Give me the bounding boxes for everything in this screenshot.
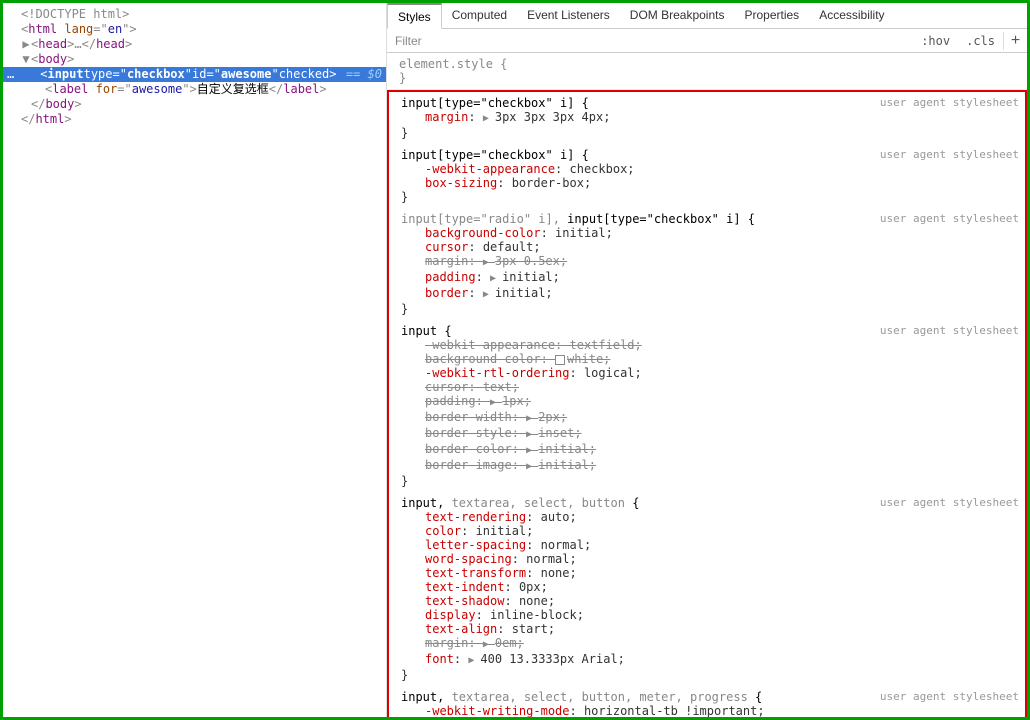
rule-source[interactable]: user agent stylesheet xyxy=(880,690,1019,704)
rule-selector[interactable]: input, textarea, select, button, meter, … xyxy=(401,690,880,704)
html-close-tag[interactable]: </html> xyxy=(3,112,386,127)
expand-icon[interactable]: ▶ xyxy=(21,37,31,52)
css-property[interactable]: text-align: start; xyxy=(401,622,1019,636)
selected-input-node[interactable]: … <input type="checkbox" id="awesome" ch… xyxy=(3,67,386,82)
hov-toggle[interactable]: :hov xyxy=(913,34,958,48)
label-text: 自定义复选框 xyxy=(197,82,269,96)
css-rule[interactable]: input, textarea, select, button, meter, … xyxy=(389,686,1025,717)
tab-dom-breakpoints[interactable]: DOM Breakpoints xyxy=(620,3,735,28)
css-property[interactable]: border: ▶ initial; xyxy=(401,286,1019,302)
css-property[interactable]: text-rendering: auto; xyxy=(401,510,1019,524)
css-rule[interactable]: input {user agent stylesheet-webkit-appe… xyxy=(389,320,1025,492)
rule-close-brace: } xyxy=(401,302,1019,316)
styles-rules[interactable]: element.style { } input[type="checkbox" … xyxy=(387,53,1027,717)
rule-selector[interactable]: input[type="checkbox" i] { xyxy=(401,96,880,110)
doctype-node[interactable]: <!DOCTYPE html> xyxy=(3,7,386,22)
css-rule[interactable]: input[type="radio" i], input[type="check… xyxy=(389,208,1025,320)
tab-styles[interactable]: Styles xyxy=(387,3,442,29)
css-property[interactable]: cursor: text; xyxy=(401,380,1019,394)
css-property[interactable]: border-width: ▶ 2px; xyxy=(401,410,1019,426)
css-property[interactable]: -webkit-appearance: checkbox; xyxy=(401,162,1019,176)
css-property[interactable]: font: ▶ 400 13.3333px Arial; xyxy=(401,652,1019,668)
styles-tabstrip: Styles Computed Event Listeners DOM Brea… xyxy=(387,3,1027,29)
rule-close-brace: } xyxy=(401,668,1019,682)
tab-event-listeners[interactable]: Event Listeners xyxy=(517,3,620,28)
body-open-tag[interactable]: ▼<body> xyxy=(3,52,386,67)
css-rule[interactable]: input[type="checkbox" i] {user agent sty… xyxy=(389,144,1025,208)
rule-source[interactable]: user agent stylesheet xyxy=(880,324,1019,338)
css-property[interactable]: background-color: white; xyxy=(401,352,1019,366)
tab-accessibility[interactable]: Accessibility xyxy=(809,3,894,28)
ua-rules-highlight: input[type="checkbox" i] {user agent sty… xyxy=(387,90,1027,717)
css-property[interactable]: letter-spacing: normal; xyxy=(401,538,1019,552)
css-rule[interactable]: input[type="checkbox" i] {user agent sty… xyxy=(389,92,1025,144)
css-property[interactable]: box-sizing: border-box; xyxy=(401,176,1019,190)
rule-close-brace: } xyxy=(401,474,1019,488)
css-property[interactable]: -webkit-rtl-ordering: logical; xyxy=(401,366,1019,380)
css-property[interactable]: text-indent: 0px; xyxy=(401,580,1019,594)
rule-source[interactable]: user agent stylesheet xyxy=(880,148,1019,162)
css-property[interactable]: margin: ▶ 3px 3px 3px 4px; xyxy=(401,110,1019,126)
css-property[interactable]: border-style: ▶ inset; xyxy=(401,426,1019,442)
html-open-tag[interactable]: <html lang="en"> xyxy=(3,22,386,37)
new-rule-button[interactable]: + xyxy=(1003,32,1027,50)
css-property[interactable]: padding: ▶ 1px; xyxy=(401,394,1019,410)
rule-selector[interactable]: input { xyxy=(401,324,880,338)
body-close-tag[interactable]: </body> xyxy=(3,97,386,112)
cls-toggle[interactable]: .cls xyxy=(958,34,1003,48)
css-property[interactable]: background-color: initial; xyxy=(401,226,1019,240)
color-swatch-icon[interactable] xyxy=(555,355,565,365)
css-property[interactable]: color: initial; xyxy=(401,524,1019,538)
rule-selector[interactable]: input, textarea, select, button { xyxy=(401,496,880,510)
css-property[interactable]: cursor: default; xyxy=(401,240,1019,254)
css-property[interactable]: margin: ▶ 0em; xyxy=(401,636,1019,652)
styles-panel: Styles Computed Event Listeners DOM Brea… xyxy=(387,3,1027,717)
element-style-block[interactable]: element.style { } xyxy=(387,53,1027,90)
css-property[interactable]: text-shadow: none; xyxy=(401,594,1019,608)
rule-source[interactable]: user agent stylesheet xyxy=(880,496,1019,510)
elements-dom-tree[interactable]: <!DOCTYPE html> <html lang="en"> ▶<head>… xyxy=(3,3,387,717)
ellipsis-icon[interactable]: … xyxy=(7,67,16,82)
filter-input[interactable]: Filter xyxy=(387,34,913,48)
label-node[interactable]: <label for="awesome">自定义复选框</label> xyxy=(3,82,386,97)
rule-close-brace: } xyxy=(401,190,1019,204)
css-property[interactable]: -webkit-appearance: textfield; xyxy=(401,338,1019,352)
css-property[interactable]: word-spacing: normal; xyxy=(401,552,1019,566)
rule-selector[interactable]: input[type="radio" i], input[type="check… xyxy=(401,212,880,226)
css-property[interactable]: text-transform: none; xyxy=(401,566,1019,580)
rule-source[interactable]: user agent stylesheet xyxy=(880,96,1019,110)
tab-properties[interactable]: Properties xyxy=(734,3,809,28)
rule-selector[interactable]: input[type="checkbox" i] { xyxy=(401,148,880,162)
rule-source[interactable]: user agent stylesheet xyxy=(880,212,1019,226)
head-node[interactable]: ▶<head>…</head> xyxy=(3,37,386,52)
css-rule[interactable]: input, textarea, select, button {user ag… xyxy=(389,492,1025,686)
css-property[interactable]: display: inline-block; xyxy=(401,608,1019,622)
collapse-icon[interactable]: ▼ xyxy=(21,52,31,67)
tab-computed[interactable]: Computed xyxy=(442,3,517,28)
css-property[interactable]: border-color: ▶ initial; xyxy=(401,442,1019,458)
css-property[interactable]: border-image: ▶ initial; xyxy=(401,458,1019,474)
rule-close-brace: } xyxy=(401,126,1019,140)
css-property[interactable]: margin: ▶ 3px 0.5ex; xyxy=(401,254,1019,270)
filter-toolbar: Filter :hov .cls + xyxy=(387,29,1027,53)
console-ref: == $0 xyxy=(346,67,386,82)
css-property[interactable]: padding: ▶ initial; xyxy=(401,270,1019,286)
css-property[interactable]: -webkit-writing-mode: horizontal-tb !imp… xyxy=(401,704,1019,717)
